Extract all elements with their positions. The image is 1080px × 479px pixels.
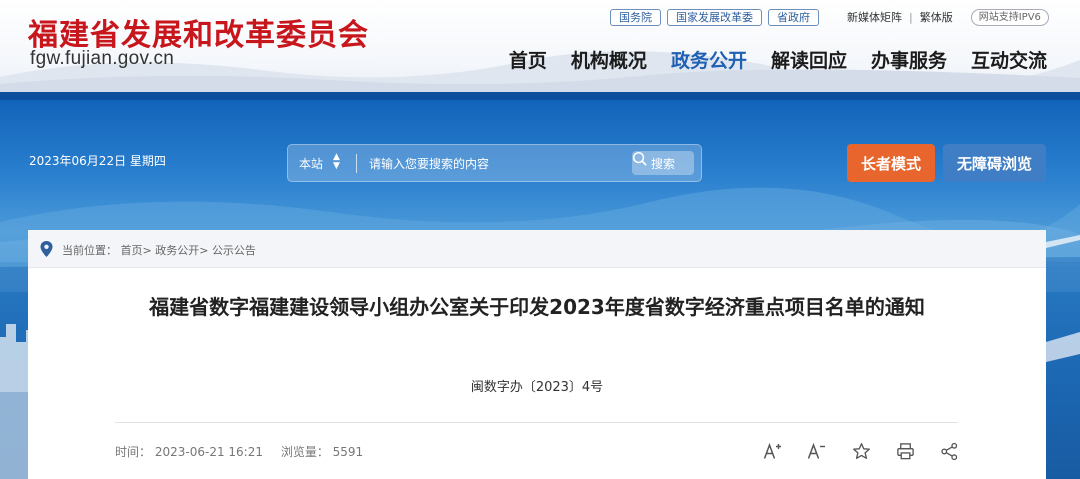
document-number: 闽数字办〔2023〕4号 (470, 380, 604, 395)
print-icon (896, 442, 914, 459)
search-input[interactable]: 请输入您要搜索的内容 (369, 155, 489, 172)
breadcrumb-announcements[interactable]: 公示公告 (212, 244, 256, 257)
link-separator: | (909, 10, 913, 24)
search-button[interactable]: 搜索 (632, 151, 694, 175)
current-date: 2023年06月22日 星期四 (29, 154, 166, 168)
divider (115, 422, 958, 423)
link-traditional-chinese[interactable]: 繁体版 (920, 9, 953, 25)
breadcrumb-trail: 当前位置： 首页> 政务公开> 公示公告 (62, 242, 256, 258)
breadcrumb-home[interactable]: 首页 (121, 244, 143, 257)
nav-home[interactable]: 首页 (509, 46, 547, 73)
link-state-council[interactable]: 国务院 (610, 8, 661, 26)
nav-government-affairs[interactable]: 政务公开 (671, 46, 747, 73)
link-new-media-matrix[interactable]: 新媒体矩阵 (847, 9, 902, 25)
accessible-browse-button[interactable]: 无障碍浏览 (943, 144, 1046, 182)
share-icon (940, 442, 957, 460)
article-card: 当前位置： 首页> 政务公开> 公示公告 福建省数字福建建设领导小组办公室关于印… (28, 230, 1046, 479)
font-decrease-button[interactable] (806, 440, 828, 462)
link-provincial-gov[interactable]: 省政府 (768, 8, 819, 26)
search-icon (632, 151, 647, 166)
nav-interpretation[interactable]: 解读回应 (771, 46, 847, 73)
search-bar: 本站 ▲ ▼ 请输入您要搜索的内容 搜索 (287, 144, 702, 182)
site-url: fgw.fujian.gov.cn (30, 48, 175, 69)
breadcrumb: 当前位置： 首页> 政务公开> 公示公告 (28, 230, 1046, 268)
nav-interaction[interactable]: 互动交流 (971, 46, 1047, 73)
font-decrease-icon (807, 442, 825, 459)
font-increase-icon (763, 442, 781, 459)
favorite-button[interactable] (850, 440, 872, 462)
nav-services[interactable]: 办事服务 (871, 46, 947, 73)
nav-organization[interactable]: 机构概况 (571, 46, 647, 73)
breadcrumb-prefix: 当前位置： (62, 244, 117, 257)
print-button[interactable] (894, 440, 916, 462)
search-divider (356, 154, 357, 173)
updown-arrow-icon[interactable]: ▲ ▼ (333, 153, 340, 171)
time-label: 时间： (115, 445, 152, 459)
breadcrumb-sep: > (142, 244, 152, 257)
article-meta: 时间： 2023-06-21 16:21 浏览量： 5591 (115, 443, 363, 460)
breadcrumb-government-affairs[interactable]: 政务公开 (155, 244, 199, 257)
location-pin-icon (40, 241, 53, 257)
ipv6-badge: 网站支持IPV6 (970, 8, 1049, 26)
search-scope-select[interactable]: 本站 (299, 155, 323, 172)
elder-mode-button[interactable]: 长者模式 (847, 144, 935, 182)
share-button[interactable] (938, 440, 960, 462)
link-ndrc[interactable]: 国家发展改革委 (667, 8, 762, 26)
top-links: 国务院 国家发展改革委 省政府 新媒体矩阵 | 繁体版 网站支持IPV6 (610, 8, 1049, 26)
star-icon (852, 442, 870, 459)
site-header: 福建省发展和改革委员会 fgw.fujian.gov.cn 国务院 国家发展改革… (0, 0, 1080, 92)
main-nav: 首页 机构概况 政务公开 解读回应 办事服务 互动交流 (485, 46, 1047, 73)
views-label: 浏览量： (280, 445, 329, 459)
breadcrumb-sep: > (199, 244, 209, 257)
search-button-label: 搜索 (650, 156, 675, 171)
article-tools (762, 440, 982, 462)
font-increase-button[interactable] (762, 440, 784, 462)
publish-time: 2023-06-21 16:21 (154, 445, 263, 459)
article-title: 福建省数字福建建设领导小组办公室关于印发2023年度省数字经济重点项目名单的通知 (149, 295, 925, 319)
views-count: 5591 (332, 445, 364, 459)
